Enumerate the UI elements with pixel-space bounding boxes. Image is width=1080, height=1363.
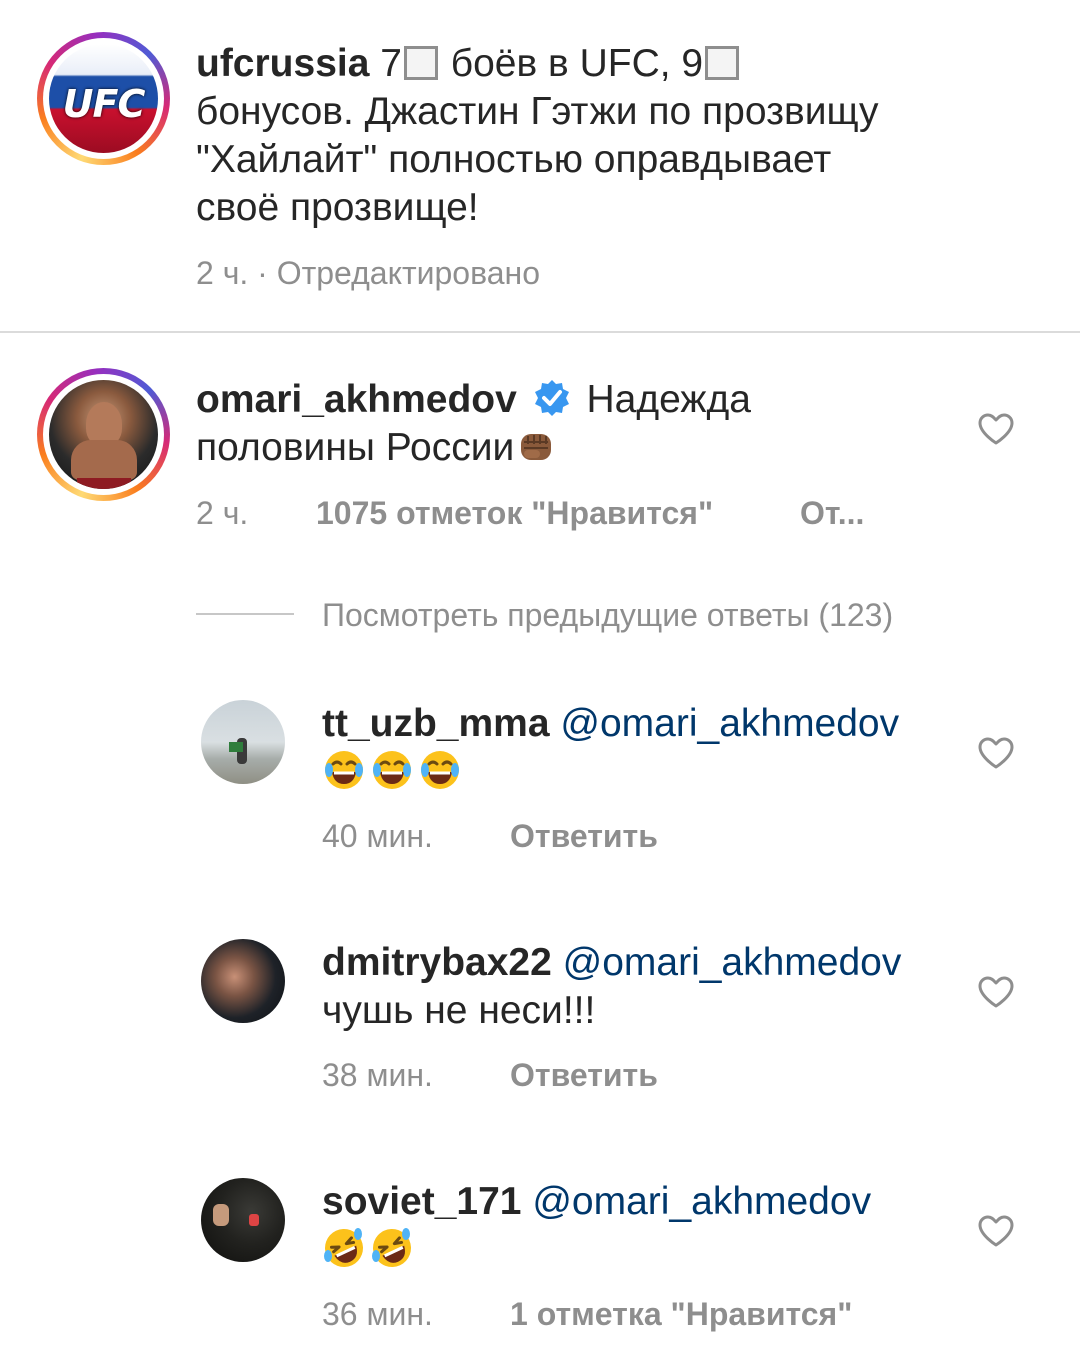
caption-text-part1: 7 <box>369 42 402 85</box>
face-with-tears-of-joy-emoji <box>421 751 459 789</box>
reply-button[interactable]: Ответить <box>510 1057 658 1094</box>
reply-likes[interactable]: 1 отметка "Нравится" <box>510 1296 852 1333</box>
dmitrybax22-avatar[interactable] <box>201 939 285 1023</box>
rolling-on-floor-laughing-emoji <box>324 1228 363 1267</box>
comment-time: 2 ч. <box>196 495 249 531</box>
caption-text-part2: боёв в UFC, 9 <box>439 42 704 85</box>
comment-username[interactable]: omari_akhmedov <box>196 378 517 421</box>
fist-emoji <box>521 434 552 460</box>
like-heart-icon[interactable] <box>977 975 1015 1009</box>
reply-mention[interactable]: @omari_akhmedov <box>560 702 899 745</box>
avatar-photo <box>49 380 158 489</box>
reply-button[interactable]: Ответить <box>510 818 658 855</box>
like-heart-icon[interactable] <box>977 736 1015 770</box>
reply-emoji-row <box>322 750 466 793</box>
caption-text-line3: "Хайлайт" полностью оправдывает <box>196 138 832 181</box>
comment-likes[interactable]: 1075 отметок "Нравится" <box>316 495 713 532</box>
view-previous-replies[interactable]: Посмотреть предыдущие ответы (123) <box>322 597 893 634</box>
view-replies-line <box>196 613 294 615</box>
reply-time: 40 мин. <box>322 818 433 854</box>
missing-glyph-icon <box>705 46 740 80</box>
reply-mention[interactable]: @omari_akhmedov <box>563 941 902 984</box>
reply-username[interactable]: dmitrybax22 <box>322 941 552 984</box>
missing-glyph-icon <box>403 46 438 80</box>
post-caption: UFC ufcrussia 7 боёв в UFC, 9 бонусов. Д… <box>0 0 1080 332</box>
reply-text: dmitrybax22 @omari_akhmedov чушь не неси… <box>322 939 962 1035</box>
comment-text-line2: половины России <box>196 426 515 469</box>
verified-badge-icon <box>534 380 569 416</box>
comment-text: omari_akhmedov Надежда половины России <box>196 376 956 472</box>
rolling-on-floor-laughing-emoji <box>372 1228 411 1267</box>
soviet-171-avatar[interactable] <box>201 1178 285 1262</box>
reply-emoji-row <box>322 1228 418 1271</box>
caption-username[interactable]: ufcrussia <box>196 42 369 85</box>
reply-text: soviet_171 @omari_akhmedov <box>322 1178 962 1274</box>
caption-text: ufcrussia 7 боёв в UFC, 9 бонусов. Джаст… <box>196 40 1056 232</box>
reply-mention[interactable]: @omari_akhmedov <box>532 1180 871 1223</box>
reply-text: tt_uzb_mma @omari_akhmedov <box>322 700 962 796</box>
comment-reply-button[interactable]: От... <box>800 495 864 532</box>
comment-text-line1: Надежда <box>575 378 751 421</box>
reply-username[interactable]: tt_uzb_mma <box>322 702 550 745</box>
caption-divider <box>0 331 1080 333</box>
reply-time: 36 мин. <box>322 1296 433 1332</box>
ufc-logo: UFC <box>49 44 158 153</box>
caption-text-line2: бонусов. Джастин Гэтжи по прозвищу <box>196 90 879 133</box>
omari-akhmedov-avatar[interactable] <box>37 368 170 501</box>
reply-body: чушь не неси!!! <box>322 989 596 1032</box>
caption-text-line4: своё прозвище! <box>196 186 479 229</box>
caption-meta: 2 ч. · Отредактировано <box>196 255 540 291</box>
ufcrussia-avatar[interactable]: UFC <box>37 32 170 165</box>
reply-username[interactable]: soviet_171 <box>322 1180 521 1223</box>
like-heart-icon[interactable] <box>977 412 1015 446</box>
ufc-logo-text: UFC <box>62 82 146 126</box>
face-with-tears-of-joy-emoji <box>325 751 363 789</box>
tt-uzb-mma-avatar[interactable] <box>201 700 285 784</box>
reply-time: 38 мин. <box>322 1057 433 1093</box>
like-heart-icon[interactable] <box>977 1214 1015 1248</box>
face-with-tears-of-joy-emoji <box>373 751 411 789</box>
